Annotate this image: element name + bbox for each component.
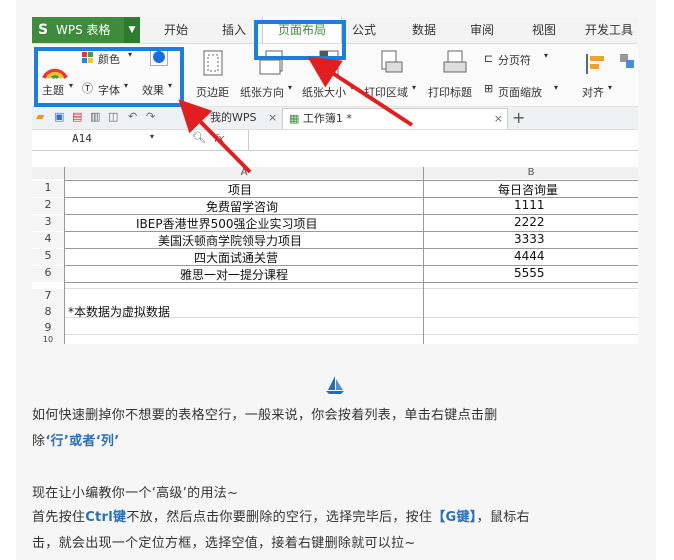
tab-my-wps[interactable]: 我的WPS [210,108,257,128]
redo-icon[interactable]: ↷ [146,110,155,123]
sheet-file-icon: ▦ [289,112,300,125]
article-paragraph: 击，就会出现一个定位方框，选择空值，接着右键删除就可以拉~ [32,536,416,551]
tab-data[interactable]: 数据 [404,17,444,43]
margin-button[interactable]: 页边距 [196,84,229,100]
wps-screenshot: S WPS 表格 ▼ 开始 插入 页面布局 公式 数据 审阅 视图 开发工具 颜色… [32,17,638,344]
article-paragraph: 如何快速删掉你不想要的表格空行，一般来说，你会按着列表，单击右键点击删 [32,408,498,423]
row-number[interactable]: 10 [32,335,64,344]
wps-logo-icon: S [38,22,49,38]
zoom-search-icon[interactable]: 🔍︎ [192,131,206,144]
app-menu-button[interactable]: S WPS 表格 ▼ [32,17,140,43]
cell-reference-box[interactable]: A14 [72,132,92,145]
row-number[interactable]: 8 [32,305,64,321]
pdf-icon[interactable]: ▤ [72,110,82,123]
row-number[interactable]: 4 [32,232,64,248]
close-icon[interactable]: × [268,108,277,128]
cell-a5[interactable]: 四大面试通关营 [194,249,278,266]
cell-a8[interactable]: *本数据为虚拟数据 [68,303,170,320]
align-button[interactable]: 对齐 [582,84,604,100]
fx-icon[interactable]: fx [214,132,224,145]
print-area-button[interactable]: 打印区域 [364,84,408,100]
row-number[interactable]: 2 [32,198,64,214]
row-number[interactable]: 9 [32,321,64,335]
article-text: ，鼠标右 [476,510,530,525]
chevron-down-icon[interactable]: ▾ [412,83,416,92]
chevron-down-icon[interactable]: ▾ [554,83,558,92]
column-header-a[interactable]: A [65,167,423,179]
row-number[interactable]: 7 [32,289,64,305]
page-break-button[interactable]: 分页符 [498,52,531,68]
chevron-down-icon[interactable]: ▼ [124,17,140,43]
formula-bar: A14 ▾ 🔍︎ fx [32,130,638,151]
chevron-down-icon[interactable]: ▾ [288,83,292,92]
tab-developer[interactable]: 开发工具 [580,17,638,43]
print-title-icon[interactable] [442,50,468,76]
margin-page-icon[interactable] [202,50,224,76]
cell-b5[interactable]: 4444 [514,249,545,263]
tab-review[interactable]: 审阅 [462,17,502,43]
article-text: 首先按住 [32,510,86,525]
new-tab-plus-icon[interactable]: + [512,108,525,128]
app-name: WPS 表格 [56,23,111,37]
tab-home[interactable]: 开始 [156,17,196,43]
formula-divider [248,130,249,150]
chevron-down-icon[interactable]: ▾ [150,132,154,141]
article-text: 不放，然后点击你要删除的空行，选择完毕后，按住 [126,510,433,525]
article-paragraph: 首先按住Ctrl键不放，然后点击你要删除的空行，选择完毕后，按住【G键】，鼠标右 [32,506,530,525]
open-folder-icon[interactable]: ▰ [36,110,44,123]
cell-b3[interactable]: 2222 [514,215,545,229]
paper-size-button[interactable]: 纸张大小 [302,84,346,100]
document-tab-bar: ▰ ▣ ▤ ▥ ◫ ↶ ↷ W 我的WPS × ▦ 工作簿1 * × + [32,107,638,130]
chevron-down-icon[interactable]: ▾ [544,51,548,60]
cell-a4[interactable]: 美国沃顿商学院领导力项目 [158,232,302,249]
article-paragraph: 除‘行’或者‘列’ [32,430,119,449]
cell-b1[interactable]: 每日咨询量 [498,181,558,198]
tab-insert[interactable]: 插入 [214,17,254,43]
preview-icon[interactable]: ◫ [108,110,118,123]
tab-workbook[interactable]: ▦ 工作簿1 * × [282,108,508,129]
orientation-button[interactable]: 纸张方向 [240,84,284,100]
chevron-down-icon[interactable]: ▾ [350,83,354,92]
select-all-corner[interactable] [32,167,64,179]
align-icon[interactable] [584,52,606,76]
row-number[interactable]: 6 [32,266,64,282]
wps-w-icon: W [194,109,207,122]
page-break-icon: ⊏ [484,52,494,65]
close-icon[interactable]: × [494,109,503,129]
article-highlight: 【G键】 [432,510,477,525]
cell-a3[interactable]: IBEP香港世界500强企业实习项目 [136,215,318,232]
tab-view[interactable]: 视图 [524,17,564,43]
row-number[interactable]: 3 [32,215,64,231]
article-highlight: ‘行’或者‘列’ [45,434,120,449]
tab-formula[interactable]: 公式 [342,17,386,43]
cell-b4[interactable]: 3333 [514,232,545,246]
column-header-b[interactable]: B [424,167,638,179]
page-layout-tab-highlight [254,20,346,60]
cell-a1[interactable]: 项目 [228,181,252,198]
print-icon[interactable]: ▥ [90,110,100,123]
cell-b2[interactable]: 1111 [514,198,545,212]
rotate-icon[interactable] [618,52,636,72]
page-zoom-icon: ⊞ [484,82,494,95]
sailboat-icon [326,376,344,394]
row-number[interactable]: 5 [32,249,64,265]
print-title-button[interactable]: 打印标题 [428,84,472,100]
row-number[interactable]: 1 [32,181,64,197]
theme-group-highlight [34,47,184,107]
article-text: 除 [32,434,46,449]
article-paragraph: 现在让小编教你一个‘高级’的用法~ [32,486,239,501]
cell-b6[interactable]: 5555 [514,266,545,280]
cell-a6[interactable]: 雅思一对一提分课程 [180,266,288,283]
cell-a2[interactable]: 免费留学咨询 [206,198,278,215]
chevron-down-icon[interactable]: ▾ [608,83,612,92]
print-area-icon[interactable] [378,50,404,76]
undo-icon[interactable]: ↶ [128,110,137,123]
save-icon[interactable]: ▣ [54,110,64,123]
workbook-tab-label: 工作簿1 * [302,112,352,125]
page-zoom-button[interactable]: 页面缩放 [498,84,542,100]
article-highlight: Ctrl键 [85,510,127,525]
